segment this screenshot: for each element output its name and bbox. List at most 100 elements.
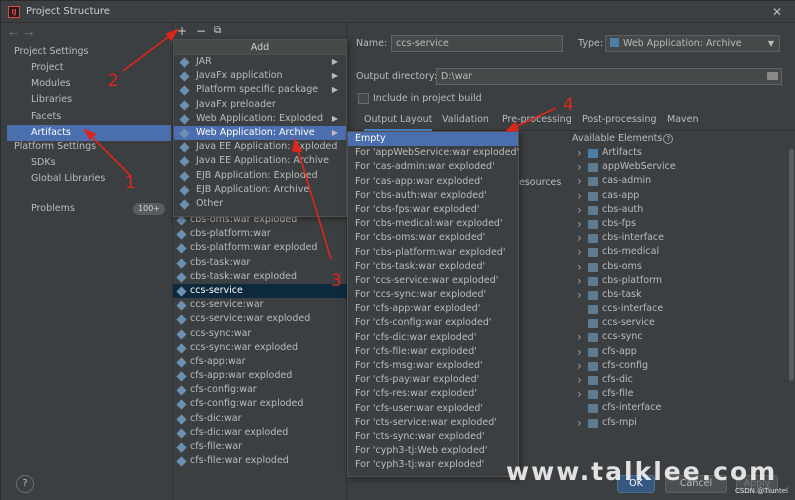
- submenu-item-for-module[interactable]: For 'ccs-sync:war exploded': [348, 288, 518, 302]
- chevron-right-icon[interactable]: ›: [577, 245, 582, 259]
- tab-validation[interactable]: Validation: [442, 111, 489, 131]
- submenu-item-for-module[interactable]: For 'cas-app:war exploded': [348, 175, 518, 189]
- nav-item-facets[interactable]: Facets: [7, 109, 171, 125]
- name-field[interactable]: ccs-service: [391, 35, 563, 52]
- nav-item-global-libraries[interactable]: Global Libraries: [7, 171, 171, 187]
- submenu-item-for-module[interactable]: For 'cts-service:war exploded': [348, 416, 518, 430]
- help-button[interactable]: ?: [16, 475, 34, 493]
- tree-item-cbs-auth[interactable]: › cbs-auth: [575, 203, 793, 217]
- tree-item-cas-admin[interactable]: › cas-admin: [575, 174, 793, 188]
- chevron-right-icon[interactable]: ›: [577, 359, 582, 373]
- tree-scrollbar[interactable]: [789, 149, 794, 381]
- add-menu-item-java-ee-application-archive[interactable]: Java EE Application: Archive: [174, 154, 346, 168]
- nav-item-modules[interactable]: Modules: [7, 76, 171, 92]
- tree-item-cbs-interface[interactable]: › cbs-interface: [575, 231, 793, 245]
- artifact-list-item[interactable]: cfs-app:war: [173, 355, 347, 369]
- tree-item-cfs-mpi[interactable]: › cfs-mpi: [575, 416, 793, 430]
- artifact-list-item[interactable]: cfs-file:war exploded: [173, 454, 347, 468]
- tree-item-ccs-interface[interactable]: ccs-interface: [575, 302, 793, 316]
- add-menu-item-platform-specific-package[interactable]: Platform specific package ▶: [174, 83, 346, 97]
- submenu-item-empty[interactable]: Empty: [348, 132, 518, 147]
- type-select[interactable]: Web Application: Archive ▼: [605, 35, 780, 52]
- tree-item-cbs-platform[interactable]: › cbs-platform: [575, 274, 793, 288]
- submenu-item-for-module[interactable]: For 'cyph3-tj:war exploded': [348, 458, 518, 472]
- artifact-list-item[interactable]: cfs-dic:war: [173, 412, 347, 426]
- nav-item-artifacts[interactable]: Artifacts: [7, 124, 171, 141]
- add-artifact-button[interactable]: +: [177, 24, 187, 38]
- submenu-item-for-module[interactable]: For 'cbs-oms:war exploded': [348, 231, 518, 245]
- help-circle-icon[interactable]: ?: [663, 134, 674, 144]
- chevron-right-icon[interactable]: ›: [577, 217, 582, 231]
- submenu-item-for-module[interactable]: For 'cbs-task:war exploded': [348, 260, 518, 274]
- add-menu-item-java-ee-application-exploded[interactable]: Java EE Application: Exploded: [174, 140, 346, 154]
- artifact-list-item[interactable]: ccs-sync:war exploded: [173, 341, 347, 355]
- add-menu-item-javafx-application[interactable]: JavaFx application ▶: [174, 69, 346, 83]
- chevron-right-icon[interactable]: ›: [577, 416, 582, 430]
- add-menu-item-other[interactable]: Other: [174, 197, 346, 211]
- close-icon[interactable]: ✕: [772, 5, 782, 19]
- add-menu-item-ejb-application-archive[interactable]: EJB Application: Archive: [174, 183, 346, 197]
- tree-item-cfs-interface[interactable]: cfs-interface: [575, 401, 793, 415]
- browse-folder-icon[interactable]: [767, 72, 778, 80]
- tree-item-cas-app[interactable]: › cas-app: [575, 189, 793, 203]
- add-menu-item-ejb-application-exploded[interactable]: EJB Application: Exploded: [174, 169, 346, 183]
- nav-item-project[interactable]: Project: [7, 60, 171, 76]
- submenu-item-for-module[interactable]: For 'appWebService:war exploded': [348, 146, 519, 160]
- chevron-right-icon[interactable]: ›: [577, 373, 582, 387]
- artifact-list-item[interactable]: cbs-task:war: [173, 256, 347, 270]
- submenu-item-for-module[interactable]: For 'cfs-config:war exploded': [348, 316, 518, 330]
- submenu-item-for-module[interactable]: For 'cts-sync:war exploded': [348, 430, 518, 444]
- tree-item-cfs-config[interactable]: › cfs-config: [575, 359, 793, 373]
- submenu-item-for-module[interactable]: For 'cbs-medical:war exploded': [348, 217, 518, 231]
- nav-item-libraries[interactable]: Libraries: [7, 92, 171, 108]
- add-menu-item-javafx-preloader[interactable]: JavaFx preloader: [174, 98, 346, 112]
- nav-item-sdks[interactable]: SDKs: [7, 155, 171, 171]
- nav-item-problems[interactable]: Problems 100+: [7, 201, 171, 217]
- chevron-right-icon[interactable]: ›: [577, 330, 582, 344]
- tree-item-ccs-service[interactable]: ccs-service: [575, 316, 793, 330]
- submenu-item-for-module[interactable]: For 'cfs-res:war exploded': [348, 387, 518, 401]
- tree-item-cbs-oms[interactable]: › cbs-oms: [575, 260, 793, 274]
- artifact-list-item[interactable]: cfs-config:war: [173, 383, 347, 397]
- submenu-item-for-module[interactable]: For 'cfs-file:war exploded': [348, 345, 518, 359]
- artifact-list-item[interactable]: cfs-config:war exploded: [173, 397, 347, 411]
- artifact-list-item[interactable]: ccs-sync:war: [173, 327, 347, 341]
- artifact-list-item[interactable]: ccs-service:war: [173, 298, 347, 312]
- tree-item-appwebservice[interactable]: › appWebService: [575, 160, 793, 174]
- submenu-item-for-module[interactable]: For 'cbs-auth:war exploded': [348, 189, 518, 203]
- add-menu-item-web-application-exploded[interactable]: Web Application: Exploded ▶: [174, 112, 346, 126]
- submenu-item-for-module[interactable]: For 'cfs-dic:war exploded': [348, 331, 518, 345]
- submenu-item-for-module[interactable]: For 'cfs-msg:war exploded': [348, 359, 518, 373]
- artifact-list-item[interactable]: cfs-dic:war exploded: [173, 426, 347, 440]
- chevron-right-icon[interactable]: ›: [577, 260, 582, 274]
- artifact-list-item[interactable]: cbs-task:war exploded: [173, 270, 347, 284]
- tree-item-artifacts[interactable]: › Artifacts: [575, 146, 793, 160]
- add-menu-item-jar[interactable]: JAR ▶: [174, 55, 346, 69]
- chevron-right-icon[interactable]: ›: [577, 203, 582, 217]
- chevron-right-icon[interactable]: ›: [577, 288, 582, 302]
- tree-item-cfs-dic[interactable]: › cfs-dic: [575, 373, 793, 387]
- copy-artifact-button[interactable]: ⧉: [214, 24, 221, 38]
- artifact-list-item[interactable]: ccs-service:war exploded: [173, 312, 347, 326]
- remove-artifact-button[interactable]: −: [196, 24, 206, 38]
- tree-item-cfs-app[interactable]: › cfs-app: [575, 345, 793, 359]
- chevron-right-icon[interactable]: ›: [577, 146, 582, 160]
- chevron-right-icon[interactable]: ›: [577, 160, 582, 174]
- artifact-list-item[interactable]: cbs-platform:war exploded: [173, 241, 347, 255]
- tree-item-cbs-fps[interactable]: › cbs-fps: [575, 217, 793, 231]
- submenu-item-for-module[interactable]: For 'ccs-service:war exploded': [348, 274, 518, 288]
- tree-item-cbs-medical[interactable]: › cbs-medical: [575, 245, 793, 259]
- tab-pre-processing[interactable]: Pre-processing: [502, 111, 572, 131]
- submenu-item-for-module[interactable]: For 'cfs-user:war exploded': [348, 402, 518, 416]
- forward-arrow-icon[interactable]: →: [24, 27, 39, 40]
- tab-output-layout[interactable]: Output Layout: [364, 111, 433, 131]
- artifact-list-item[interactable]: ccs-service: [173, 283, 347, 299]
- artifact-list-item[interactable]: cfs-app:war exploded: [173, 369, 347, 383]
- back-arrow-icon[interactable]: ←: [9, 27, 24, 40]
- submenu-item-for-module[interactable]: For 'cyph3-tj:Web exploded': [348, 444, 518, 458]
- submenu-item-for-module[interactable]: For 'cbs-platform:war exploded': [348, 246, 518, 260]
- artifact-list-item[interactable]: cbs-platform:war: [173, 227, 347, 241]
- submenu-item-for-module[interactable]: For 'cfs-app:war exploded': [348, 302, 518, 316]
- submenu-item-for-module[interactable]: For 'cbs-fps:war exploded': [348, 203, 518, 217]
- include-build-checkbox[interactable]: [358, 93, 369, 104]
